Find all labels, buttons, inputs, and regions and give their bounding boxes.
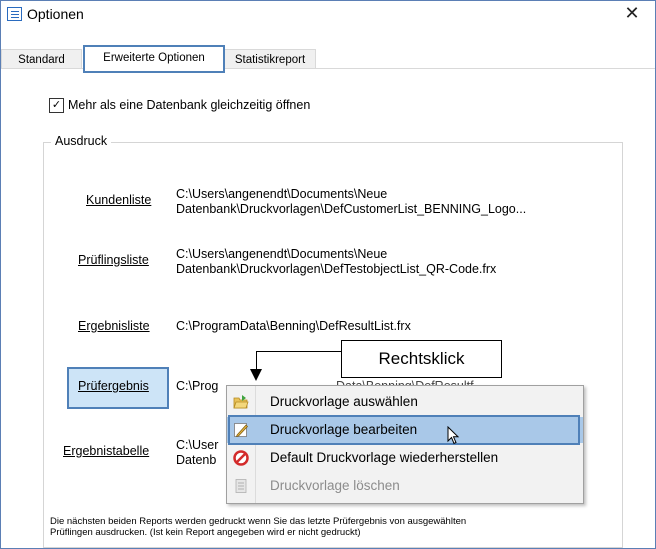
pruefergebnis-path: C:\Prog [176, 379, 219, 393]
arrow-down-icon [250, 369, 262, 381]
ausdruck-group-label: Ausdruck [51, 134, 112, 148]
tab-statistikreport[interactable]: Statistikreport [224, 49, 316, 70]
mouse-pointer-icon [447, 426, 460, 445]
callout-connector [256, 351, 341, 352]
close-icon: ✕ [624, 3, 640, 23]
path-line: C:\Users\angenendt\Documents\Neue [176, 247, 388, 261]
menu-item-druckvorlage-auswaehlen[interactable]: Druckvorlage auswählen [227, 389, 583, 415]
multi-db-label[interactable]: Mehr als eine Datenbank gleichzeitig öff… [68, 98, 310, 112]
rechtsklick-callout: Rechtsklick [341, 340, 502, 378]
ergebnisliste-link[interactable]: Ergebnisliste [78, 319, 150, 333]
path-line: Datenbank\Druckvorlagen\DefCustomerList_… [176, 202, 527, 216]
restore-prohibited-icon [233, 450, 249, 466]
prueflingsliste-link[interactable]: Prüflingsliste [78, 253, 149, 267]
checkmark-icon: ✓ [51, 99, 62, 111]
path-line: Datenb [176, 453, 217, 467]
menu-item-default-wiederherstellen[interactable]: Default Druckvorlage wiederherstellen [227, 445, 583, 471]
tab-standard[interactable]: Standard [1, 49, 82, 70]
folder-open-icon [233, 395, 249, 409]
footer-note: Die nächsten beiden Reports werden gedru… [50, 516, 610, 538]
window-title: Optionen [27, 6, 84, 22]
options-window: Optionen ✕ Standard Erweiterte Optionen … [0, 0, 656, 549]
menu-item-label: Default Druckvorlage wiederherstellen [270, 450, 499, 465]
pruefergebnis-link[interactable]: Prüfergebnis [78, 379, 149, 393]
app-icon [7, 7, 22, 21]
selected-item-frame [228, 415, 580, 445]
kundenliste-path: C:\Users\angenendt\Documents\Neue Datenb… [176, 187, 526, 217]
menu-item-druckvorlage-loeschen[interactable]: Druckvorlage löschen [227, 473, 583, 499]
multi-db-checkbox[interactable]: ✓ [49, 98, 64, 113]
menu-item-label: Druckvorlage löschen [270, 478, 400, 493]
footer-line: Die nächsten beiden Reports werden gedru… [50, 516, 467, 527]
kundenliste-link[interactable]: Kundenliste [86, 193, 151, 207]
ergebnistabelle-path: C:\User Datenb [176, 438, 218, 468]
tab-erweiterte-optionen[interactable]: Erweiterte Optionen [83, 45, 225, 73]
footer-line: Prüflingen ausdrucken. (Ist kein Report … [50, 527, 361, 538]
tab-strip: Standard Erweiterte Optionen Statistikre… [1, 45, 655, 73]
path-line: C:\Users\angenendt\Documents\Neue [176, 187, 388, 201]
path-line: Datenbank\Druckvorlagen\DefTestobjectLis… [176, 262, 497, 276]
ergebnistabelle-link[interactable]: Ergebnistabelle [63, 444, 149, 458]
delete-document-icon [235, 479, 247, 493]
menu-item-label: Druckvorlage auswählen [270, 394, 418, 409]
ergebnisliste-path: C:\ProgramData\Benning\DefResultList.frx [176, 319, 411, 333]
close-button[interactable]: ✕ [609, 1, 655, 25]
prueflingsliste-path: C:\Users\angenendt\Documents\Neue Datenb… [176, 247, 496, 277]
title-bar: Optionen ✕ [1, 1, 655, 25]
path-line: C:\User [176, 438, 219, 452]
